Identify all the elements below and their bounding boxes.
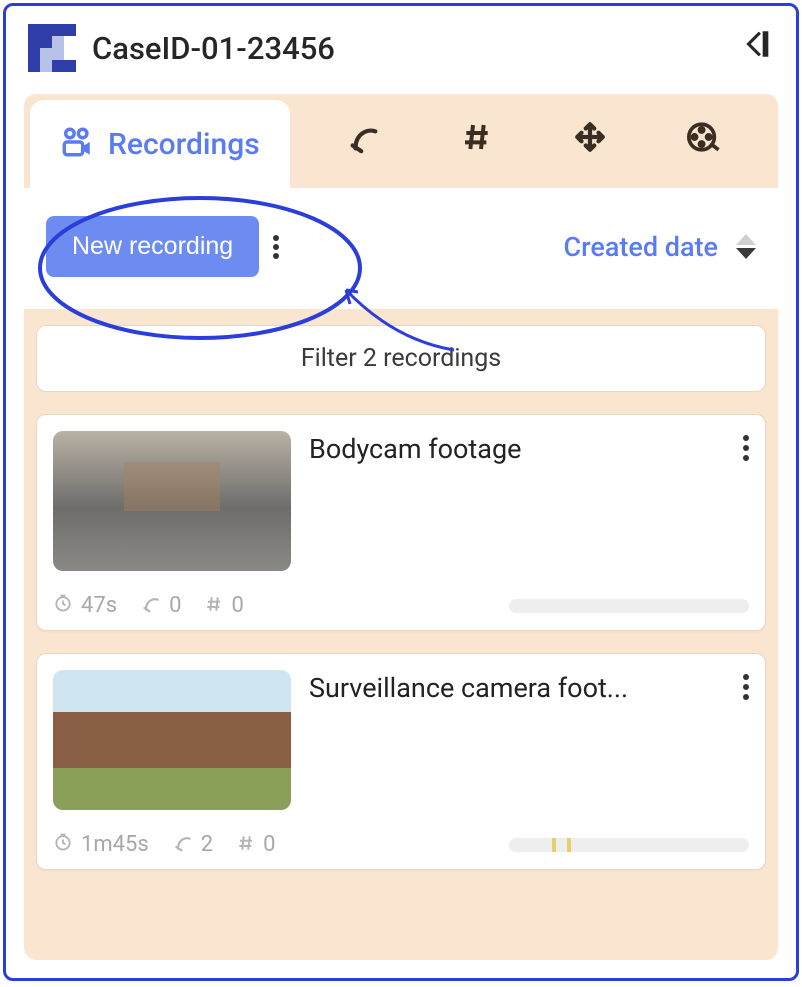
filter-placeholder: Filter 2 recordings (301, 344, 501, 373)
tab-reel-icon[interactable] (686, 120, 720, 163)
toolbar-row: New recording Created date (24, 188, 778, 309)
stat-marks: 0 (141, 593, 181, 618)
recording-stats: 47s 0 0 (53, 593, 749, 618)
main-panel: Recordings (24, 94, 778, 960)
hash-icon (205, 594, 223, 618)
recording-stats: 1m45s 2 0 (53, 832, 749, 857)
new-recording-button[interactable]: New recording (46, 216, 259, 277)
stat-hash: 0 (205, 593, 243, 618)
recording-thumbnail (53, 431, 291, 571)
stat-duration: 1m45s (53, 832, 149, 857)
mark-icon (173, 832, 193, 857)
recording-title: Surveillance camera foot... (309, 670, 725, 704)
case-title: CaseID-01-23456 (92, 30, 724, 67)
timer-icon (53, 832, 73, 857)
stat-marks: 2 (173, 832, 213, 857)
app-frame: CaseID-01-23456 Recordings (3, 3, 799, 981)
tab-bar: Recordings (24, 94, 778, 188)
collapse-panel-button[interactable] (740, 27, 774, 69)
app-logo (28, 24, 76, 72)
recording-more-button[interactable] (743, 431, 749, 461)
recording-more-button[interactable] (743, 670, 749, 700)
recordings-icon (60, 125, 94, 163)
tab-icons-row (290, 94, 778, 188)
recording-progress-bar[interactable] (509, 599, 749, 613)
hash-icon (237, 833, 255, 857)
recording-card[interactable]: Bodycam footage 47s 0 (36, 414, 766, 631)
recording-thumbnail (53, 670, 291, 810)
header-bar: CaseID-01-23456 (6, 6, 796, 82)
tab-recordings[interactable]: Recordings (30, 100, 290, 188)
recording-progress-bar[interactable] (509, 838, 749, 852)
stat-hash: 0 (237, 832, 275, 857)
timer-icon (53, 593, 73, 618)
mark-icon (141, 593, 161, 618)
recording-title: Bodycam footage (309, 431, 725, 465)
sort-direction-toggle[interactable] (736, 234, 756, 259)
tab-marks-icon[interactable] (347, 120, 381, 163)
sort-by-label[interactable]: Created date (563, 231, 718, 263)
recording-card[interactable]: Surveillance camera foot... 1m45s 2 (36, 653, 766, 870)
filter-input[interactable]: Filter 2 recordings (36, 325, 766, 392)
stat-duration: 47s (53, 593, 117, 618)
sort-asc-icon (736, 234, 756, 245)
sort-desc-icon (736, 248, 756, 259)
toolbar-more-button[interactable] (273, 235, 279, 259)
tab-move-icon[interactable] (573, 120, 607, 163)
tab-hash-icon[interactable] (461, 121, 493, 162)
tab-recordings-label: Recordings (108, 127, 260, 162)
